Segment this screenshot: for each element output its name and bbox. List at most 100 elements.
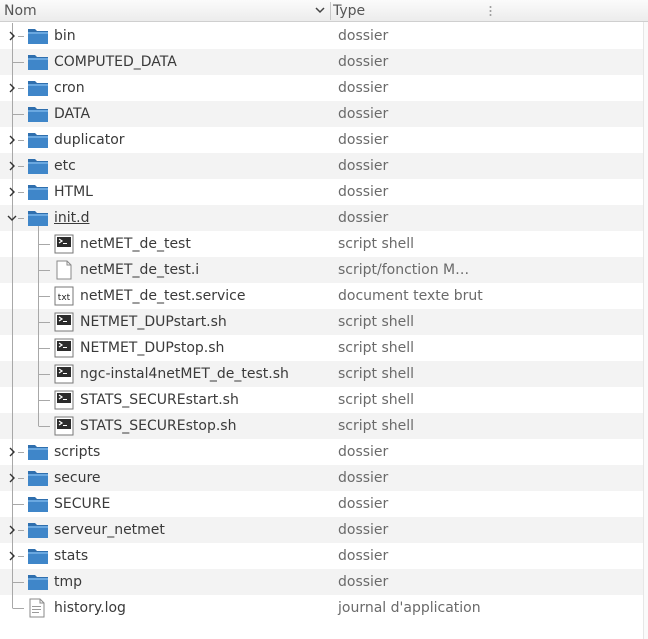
folder-icon [27, 208, 49, 228]
tree-row-folder[interactable]: etc dossier [0, 153, 648, 179]
file-name: COMPUTED_DATA [54, 54, 177, 70]
file-name: NETMET_DUPstart.sh [80, 314, 227, 330]
shell-script-icon [54, 234, 76, 254]
file-type: journal d'application [338, 600, 481, 616]
tree-row-file[interactable]: history.log journal d'application [0, 595, 648, 621]
file-tree-list: bin dossier COMPUTED_DATA dossier cron doss… [0, 23, 648, 621]
tree-row-folder[interactable]: secure dossier [0, 465, 648, 491]
file-name: init.d [54, 210, 90, 226]
tree-row-folder[interactable]: DATA dossier [0, 101, 648, 127]
file-name: cron [54, 80, 85, 96]
tree-row-folder[interactable]: tmp dossier [0, 569, 648, 595]
file-name: HTML [54, 184, 93, 200]
column-resize-grip-icon[interactable] [489, 4, 492, 18]
file-type: dossier [338, 210, 389, 226]
shell-script-icon [54, 364, 76, 384]
column-separator[interactable] [330, 2, 331, 20]
tree-row-file[interactable]: NETMET_DUPstart.sh script shell [0, 309, 648, 335]
tree-connector-lines [12, 283, 50, 309]
file-type: dossier [338, 54, 389, 70]
file-name: duplicator [54, 132, 125, 148]
file-type: script shell [338, 340, 415, 356]
tree-connector-lines [12, 257, 50, 283]
sort-chevron-down-icon[interactable] [314, 4, 326, 16]
tree-connector-lines [12, 413, 50, 439]
tree-row-folder[interactable]: stats dossier [0, 543, 648, 569]
file-type: dossier [338, 80, 389, 96]
file-type: script shell [338, 392, 415, 408]
file-name: stats [54, 548, 89, 564]
file-name: etc [54, 158, 76, 174]
expand-arrow-right-icon[interactable] [6, 160, 18, 172]
file-name: NETMET_DUPstop.sh [80, 340, 225, 356]
folder-icon [27, 572, 49, 592]
shell-script-icon [54, 312, 76, 332]
tree-connector-lines [12, 309, 50, 335]
expand-arrow-right-icon[interactable] [6, 134, 18, 146]
tree-connector-lines [12, 335, 50, 361]
column-header-bar: Nom Type [0, 0, 648, 22]
folder-icon [27, 468, 49, 488]
file-name: bin [54, 28, 76, 44]
file-type: dossier [338, 28, 389, 44]
file-type: dossier [338, 444, 389, 460]
file-type: document texte brut [338, 288, 483, 304]
tree-row-file[interactable]: STATS_SECUREstop.sh script shell [0, 413, 648, 439]
file-type: dossier [338, 574, 389, 590]
expand-arrow-right-icon[interactable] [6, 82, 18, 94]
expand-arrow-right-icon[interactable] [6, 186, 18, 198]
name-column-header[interactable]: Nom [4, 0, 330, 22]
tree-connector-lines [12, 387, 50, 413]
file-type: dossier [338, 184, 389, 200]
file-name: netMET_de_test.service [80, 288, 246, 304]
file-name: history.log [54, 600, 126, 616]
tree-row-folder[interactable]: serveur_netmet dossier [0, 517, 648, 543]
file-name: netMET_de_test.i [80, 262, 200, 278]
file-name: scripts [54, 444, 101, 460]
folder-icon [27, 26, 49, 46]
file-type: script/fonction M… [338, 262, 470, 278]
tree-row-folder[interactable]: cron dossier [0, 75, 648, 101]
scrollbar-track[interactable] [643, 22, 648, 639]
tree-row-folder[interactable]: COMPUTED_DATA dossier [0, 49, 648, 75]
tree-row-folder[interactable]: SECURE dossier [0, 491, 648, 517]
expand-arrow-right-icon[interactable] [6, 550, 18, 562]
file-type: script shell [338, 366, 415, 382]
shell-script-icon [54, 416, 76, 436]
file-name: STATS_SECUREstop.sh [80, 418, 237, 434]
tree-row-file[interactable]: STATS_SECUREstart.sh script shell [0, 387, 648, 413]
tree-row-file[interactable]: ngc-instal4netMET_de_test.sh script shell [0, 361, 648, 387]
tree-row-folder[interactable]: HTML dossier [0, 179, 648, 205]
file-type: script shell [338, 236, 415, 252]
file-type: dossier [338, 470, 389, 486]
tree-row-file[interactable]: txt netMET_de_test.service document texte… [0, 283, 648, 309]
folder-icon [27, 156, 49, 176]
file-name: STATS_SECUREstart.sh [80, 392, 239, 408]
folder-icon [27, 546, 49, 566]
tree-row-file[interactable]: netMET_de_test.i script/fonction M… [0, 257, 648, 283]
expand-arrow-right-icon[interactable] [6, 446, 18, 458]
file-type: dossier [338, 496, 389, 512]
expand-arrow-right-icon[interactable] [6, 30, 18, 42]
tree-row-folder[interactable]: scripts dossier [0, 439, 648, 465]
expand-arrow-right-icon[interactable] [6, 472, 18, 484]
file-type: dossier [338, 132, 389, 148]
expand-arrow-right-icon[interactable] [6, 524, 18, 536]
tree-row-folder[interactable]: bin dossier [0, 23, 648, 49]
tree-row-file[interactable]: NETMET_DUPstop.sh script shell [0, 335, 648, 361]
shell-script-icon [54, 390, 76, 410]
expand-arrow-down-icon[interactable] [6, 212, 18, 224]
tree-row-folder[interactable]: init.d dossier [0, 205, 648, 231]
file-name: netMET_de_test [80, 236, 191, 252]
file-type: dossier [338, 158, 389, 174]
tree-row-file[interactable]: netMET_de_test script shell [0, 231, 648, 257]
file-name: ngc-instal4netMET_de_test.sh [80, 366, 289, 382]
folder-icon [27, 442, 49, 462]
file-name: serveur_netmet [54, 522, 165, 538]
tree-connector-lines [12, 231, 50, 257]
folder-icon [27, 78, 49, 98]
file-type: dossier [338, 522, 389, 538]
tree-row-folder[interactable]: duplicator dossier [0, 127, 648, 153]
file-name: tmp [54, 574, 83, 590]
folder-icon [27, 130, 49, 150]
